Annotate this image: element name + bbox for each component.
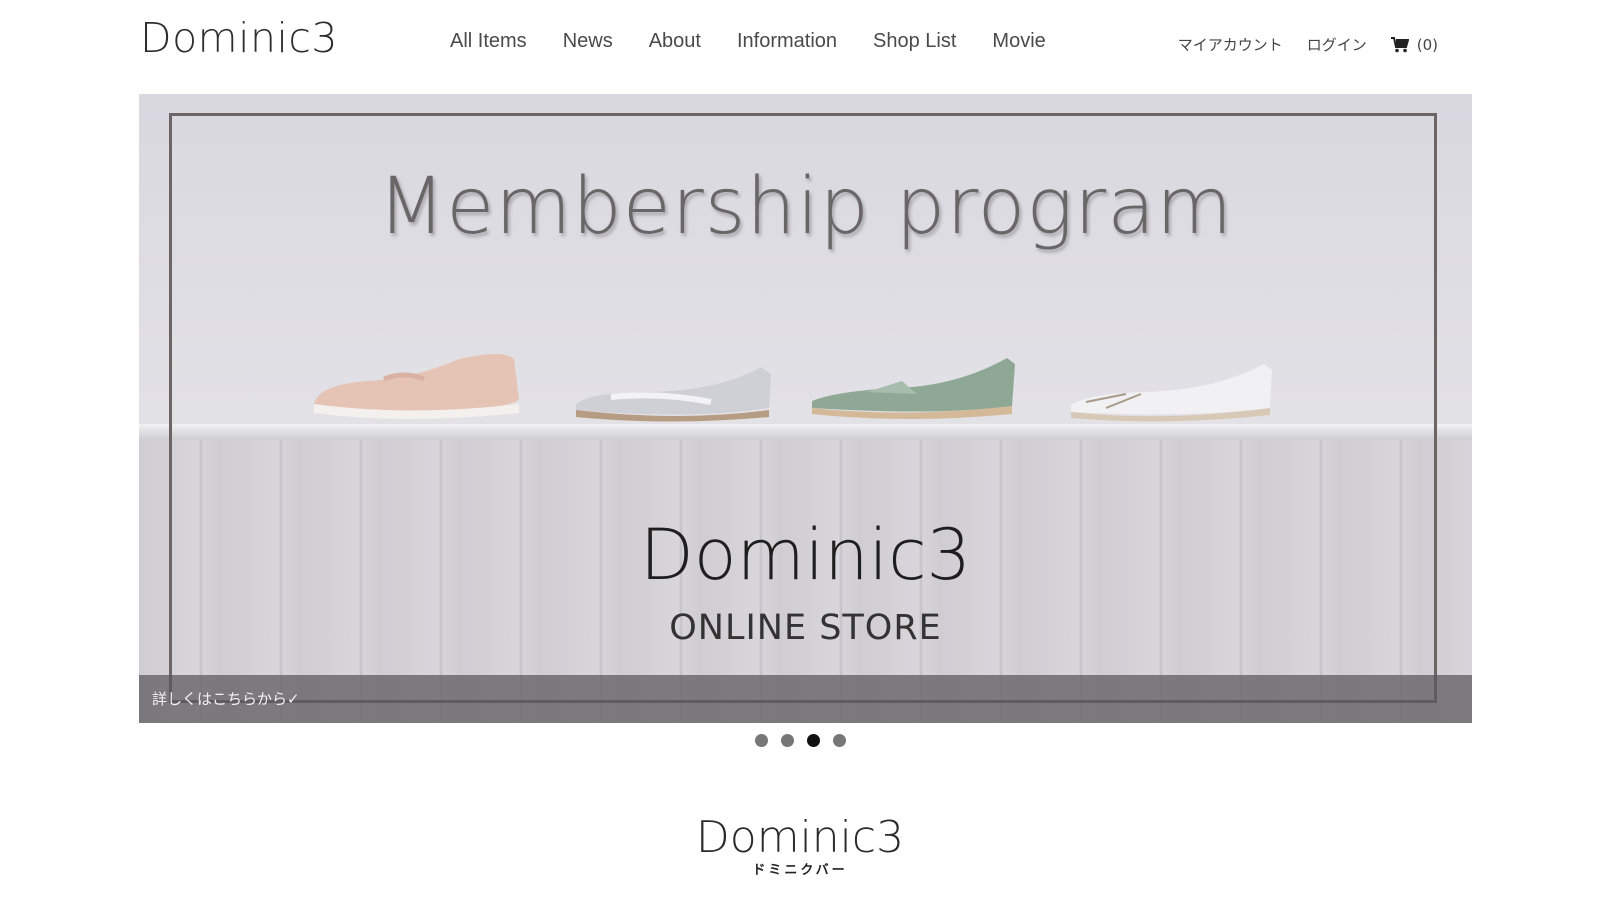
nav-all-items[interactable]: All Items bbox=[450, 30, 527, 53]
brand-logo-bottom: Dominic3 ドミニクバー bbox=[0, 812, 1600, 878]
banner-caption-link[interactable]: 詳しくはこちらから✓ bbox=[139, 675, 1472, 723]
nav-movie[interactable]: Movie bbox=[992, 30, 1045, 53]
slider-dot-1[interactable] bbox=[754, 734, 768, 747]
nav-news[interactable]: News bbox=[563, 30, 613, 53]
my-account-link[interactable]: マイアカウント bbox=[1178, 34, 1283, 55]
cart-button[interactable]: (0) bbox=[1390, 35, 1438, 54]
slider-dots bbox=[0, 734, 1600, 747]
slider-dot-3[interactable] bbox=[806, 734, 820, 747]
banner-headline: Membership program bbox=[377, 162, 1234, 252]
brand-logo-kana: ドミニクバー bbox=[752, 863, 848, 878]
banner-subtitle: ONLINE STORE bbox=[669, 608, 942, 648]
slider-dot-4[interactable] bbox=[832, 734, 846, 747]
hero-banner[interactable]: Membership program Dominic3 ONLINE STORE… bbox=[139, 94, 1472, 723]
utility-links: マイアカウント ログイン (0) bbox=[1178, 34, 1438, 55]
main-nav: All Items News About Information Shop Li… bbox=[450, 30, 1046, 53]
banner-brand: Dominic3 bbox=[639, 514, 972, 596]
nav-shop-list[interactable]: Shop List bbox=[873, 30, 956, 53]
nav-about[interactable]: About bbox=[649, 30, 701, 53]
login-link[interactable]: ログイン bbox=[1307, 34, 1367, 55]
brand-logo-name: Dominic3 bbox=[695, 812, 905, 863]
site-header: Dominic3 All Items News About Informatio… bbox=[0, 0, 1600, 92]
cart-icon bbox=[1390, 36, 1409, 52]
site-logo[interactable]: Dominic3 bbox=[140, 14, 338, 62]
slider-dot-2[interactable] bbox=[780, 734, 794, 747]
nav-information[interactable]: Information bbox=[737, 30, 837, 53]
cart-count: (0) bbox=[1416, 35, 1438, 54]
